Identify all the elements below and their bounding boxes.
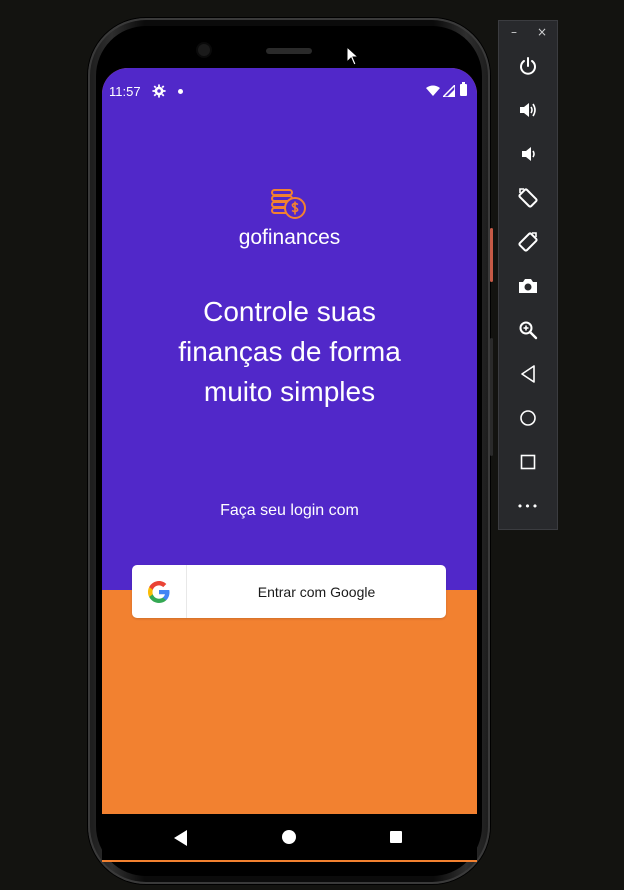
rotate-left-button[interactable] (515, 185, 541, 211)
brand-name: gofinances (238, 226, 341, 249)
emulator-toolbar: – × ••• (498, 20, 558, 530)
home-icon[interactable] (282, 830, 296, 844)
emulator-overview-button[interactable] (515, 449, 541, 475)
signal-icon (443, 85, 455, 97)
front-camera (198, 44, 210, 56)
phone-screen: 11:57 gofinances Controle suas finanças … (102, 68, 477, 862)
emulator-home-icon (520, 410, 536, 426)
wifi-icon (426, 85, 440, 96)
gear-icon (152, 84, 166, 98)
android-nav-bar (102, 814, 477, 860)
volume-down-button[interactable] (515, 141, 541, 167)
headline-line-2: finanças de forma (178, 336, 401, 367)
volume-down-icon (522, 147, 535, 161)
headline: Controle suas finanças de forma muito si… (132, 292, 447, 412)
headline-line-3: muito simples (203, 376, 376, 407)
earpiece-speaker (266, 48, 312, 54)
mouse-cursor-icon (346, 46, 360, 66)
login-prompt: Faça seu login com (220, 502, 359, 519)
emulator-overview-icon (520, 454, 536, 470)
google-icon-container (132, 565, 187, 618)
google-icon (148, 580, 170, 603)
zoom-button[interactable] (515, 317, 541, 343)
emulator-home-button[interactable] (515, 405, 541, 431)
coins-logo-icon (271, 189, 306, 219)
rotate-right-button[interactable] (515, 229, 541, 255)
hero-section: 11:57 gofinances Controle suas finanças … (102, 68, 477, 590)
emulator-minimize-button[interactable]: – (511, 25, 517, 39)
more-icon[interactable]: ••• (515, 493, 541, 519)
camera-icon (519, 279, 537, 293)
battery-icon (460, 82, 467, 96)
recents-icon[interactable] (390, 831, 402, 843)
headline-line-1: Controle suas (203, 296, 376, 327)
power-icon (520, 57, 536, 75)
status-time: 11:57 (109, 84, 141, 99)
google-signin-label: Entrar com Google (257, 583, 376, 600)
volume-up-icon (520, 103, 536, 117)
volume-up-button[interactable] (515, 97, 541, 123)
back-icon[interactable] (174, 830, 188, 846)
status-bar: 11:57 (102, 82, 477, 102)
emulator-back-icon (521, 365, 535, 383)
emulator-back-button[interactable] (515, 361, 541, 387)
phone-volume-keys (490, 338, 493, 456)
rotate-right-icon (518, 232, 538, 252)
power-button[interactable] (515, 53, 541, 79)
zoom-icon (519, 321, 538, 340)
emulator-window-controls: – × (499, 25, 557, 43)
notification-dot-icon (178, 89, 183, 94)
phone-power-key (490, 228, 493, 282)
emulator-close-button[interactable]: × (537, 25, 547, 39)
rotate-left-icon (518, 188, 538, 208)
google-signin-button[interactable]: Entrar com Google (132, 565, 446, 618)
screenshot-button[interactable] (515, 273, 541, 299)
